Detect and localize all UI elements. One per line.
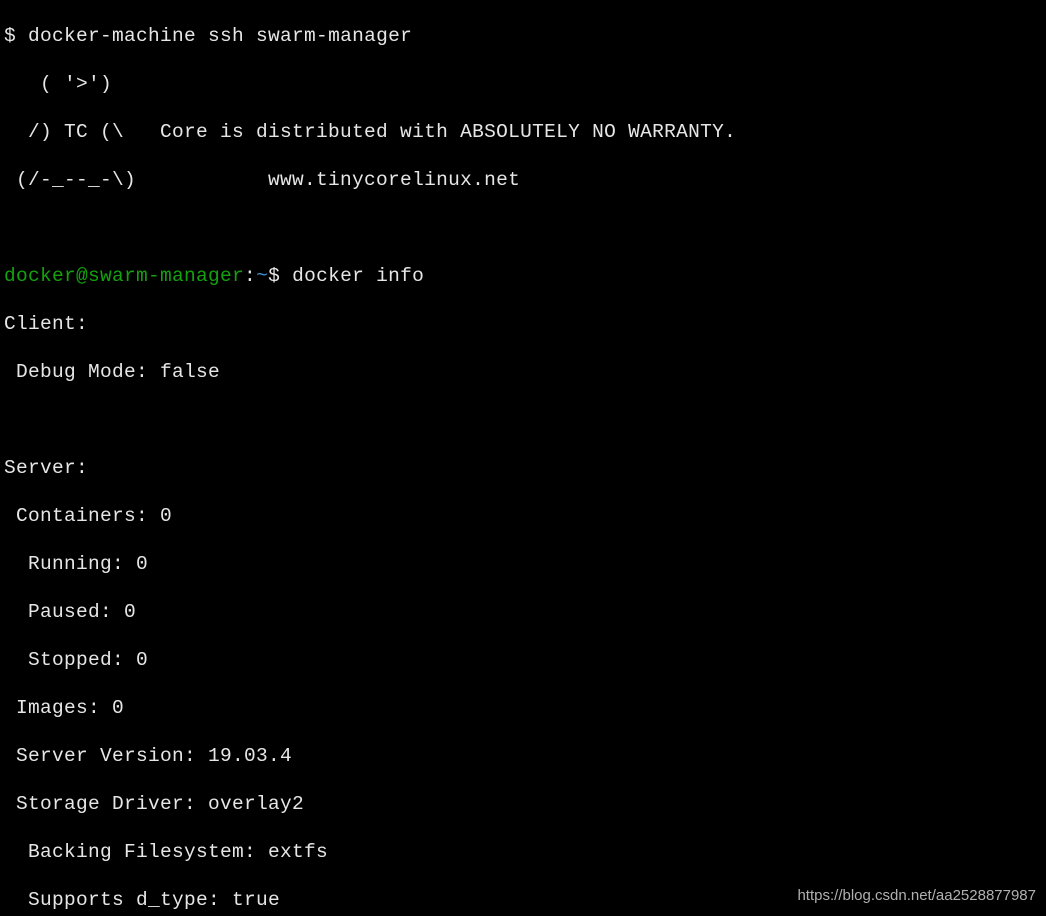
- prompt-sep: :: [244, 265, 256, 287]
- ssh-command: docker-machine ssh swarm-manager: [28, 25, 412, 47]
- client-debug-mode: Debug Mode: false: [0, 360, 1046, 384]
- server-images: Images: 0: [0, 696, 1046, 720]
- prompt-user-host: docker@swarm-manager: [4, 265, 244, 287]
- server-storage-driver: Storage Driver: overlay2: [0, 792, 1046, 816]
- prompt-tilde: ~: [256, 265, 268, 287]
- client-header: Client:: [0, 312, 1046, 336]
- blank-line: [0, 216, 1046, 240]
- prompt-dollar: $: [4, 25, 28, 47]
- server-version: Server Version: 19.03.4: [0, 744, 1046, 768]
- watermark-text: https://blog.csdn.net/aa2528877987: [797, 884, 1036, 908]
- ascii-art-line-1: ( '>'): [0, 72, 1046, 96]
- docker-info-command: docker info: [292, 265, 424, 287]
- server-paused: Paused: 0: [0, 600, 1046, 624]
- server-backing-fs: Backing Filesystem: extfs: [0, 840, 1046, 864]
- terminal-output: $ docker-machine ssh swarm-manager ( '>'…: [0, 0, 1046, 916]
- server-header: Server:: [0, 456, 1046, 480]
- server-stopped: Stopped: 0: [0, 648, 1046, 672]
- ascii-art-line-3: (/-_--_-\) www.tinycorelinux.net: [0, 168, 1046, 192]
- blank-line-2: [0, 408, 1046, 432]
- server-containers: Containers: 0: [0, 504, 1046, 528]
- prompt-dollar-2: $: [268, 265, 292, 287]
- ssh-command-line: $ docker-machine ssh swarm-manager: [0, 24, 1046, 48]
- docker-info-prompt-line: docker@swarm-manager:~$ docker info: [0, 264, 1046, 288]
- ascii-art-line-2: /) TC (\ Core is distributed with ABSOLU…: [0, 120, 1046, 144]
- server-running: Running: 0: [0, 552, 1046, 576]
